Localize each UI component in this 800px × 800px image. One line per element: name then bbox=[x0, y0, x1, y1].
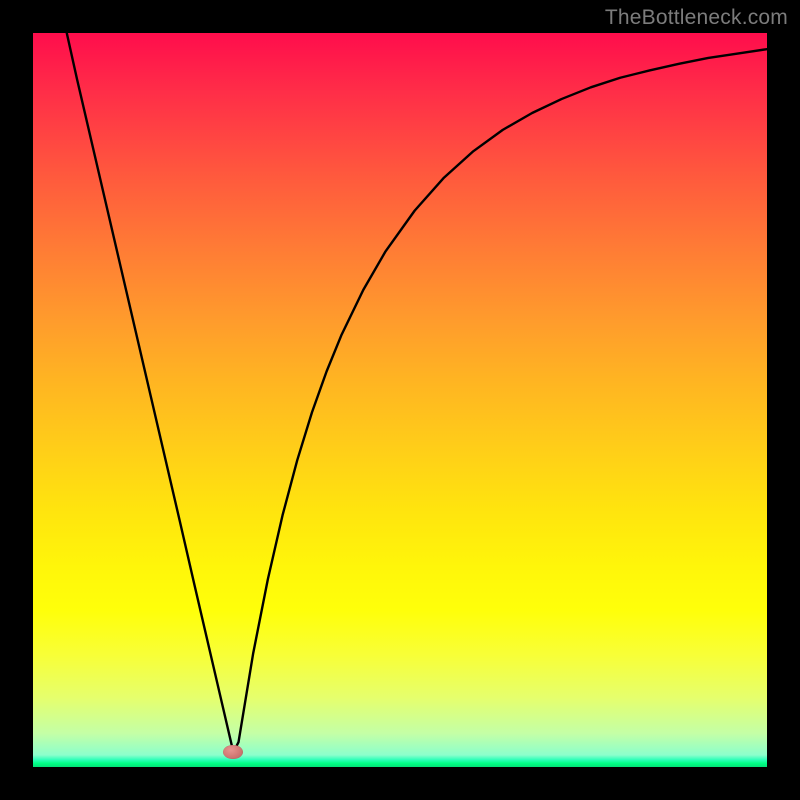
minimum-marker bbox=[223, 745, 243, 759]
plot-area bbox=[33, 33, 767, 767]
watermark-text: TheBottleneck.com bbox=[605, 6, 788, 30]
chart-frame: TheBottleneck.com bbox=[0, 0, 800, 800]
bottleneck-curve bbox=[33, 33, 767, 767]
